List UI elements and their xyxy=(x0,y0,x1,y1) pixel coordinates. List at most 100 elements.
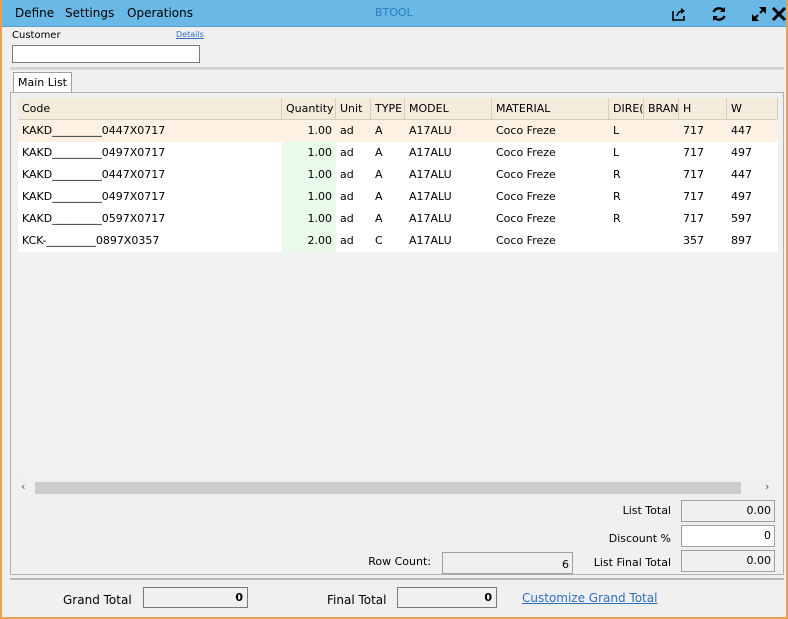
grid-header: Code Quantity Unit TYPE MODEL MATERIAL DIRE(BR… xyxy=(18,98,778,120)
cell-unit[interactable]: ad xyxy=(336,120,371,142)
customize-grand-total-link[interactable]: Customize Grand Total xyxy=(522,591,657,605)
cell-unit[interactable]: ad xyxy=(336,186,371,208)
customer-input[interactable] xyxy=(12,45,200,63)
cell-height[interactable]: 717 xyxy=(679,186,727,208)
table-row[interactable]: KAKD_________0497X0717 1.00 ad A A17ALU Coco … xyxy=(18,142,778,164)
cell-type[interactable]: A xyxy=(371,164,405,186)
cell-height[interactable]: 717 xyxy=(679,120,727,142)
cell-direction[interactable] xyxy=(609,230,644,252)
menu-settings[interactable]: Settings xyxy=(65,6,114,20)
cell-model[interactable]: A17ALU xyxy=(405,164,492,186)
customer-label: Customer xyxy=(12,30,61,41)
table-row[interactable]: KAKD_________0447X0717 1.00 ad A A17ALU Coco … xyxy=(18,164,778,186)
share-icon[interactable] xyxy=(669,4,689,24)
scroll-left-icon[interactable]: ‹ xyxy=(21,480,25,493)
column-header-code[interactable]: Code xyxy=(18,98,282,120)
cell-material[interactable]: Coco Freze xyxy=(492,186,609,208)
cell-direction[interactable]: L xyxy=(609,142,644,164)
scrollbar-thumb[interactable] xyxy=(35,482,741,494)
cell-code[interactable]: KCK-_________0897X0357 xyxy=(18,230,282,252)
column-header-direction[interactable]: DIRE( xyxy=(609,98,644,120)
list-final-total-label: List Final Total xyxy=(593,556,671,569)
list-final-total-field: 0.00 xyxy=(681,550,775,572)
cell-height[interactable]: 717 xyxy=(679,142,727,164)
cell-code[interactable]: KAKD_________0447X0717 xyxy=(18,164,282,186)
table-row[interactable]: KAKD_________0597X0717 1.00 ad A A17ALU Coco … xyxy=(18,208,778,230)
cell-brand[interactable] xyxy=(644,120,679,142)
cell-width[interactable]: 497 xyxy=(727,186,778,208)
table-row[interactable]: KCK-_________0897X0357 2.00 ad C A17ALU Coco … xyxy=(18,230,778,252)
cell-direction[interactable]: L xyxy=(609,120,644,142)
cell-quantity[interactable]: 1.00 xyxy=(282,208,336,230)
row-count-label: Row Count: xyxy=(368,555,431,568)
column-header-height[interactable]: H xyxy=(679,98,727,120)
cell-brand[interactable] xyxy=(644,142,679,164)
discount-input[interactable]: 0 xyxy=(681,525,775,547)
horizontal-scrollbar[interactable]: ‹ › xyxy=(18,479,778,495)
cell-width[interactable]: 897 xyxy=(727,230,778,252)
cell-code[interactable]: KAKD_________0497X0717 xyxy=(18,186,282,208)
column-header-width[interactable]: W xyxy=(727,98,778,120)
cell-width[interactable]: 447 xyxy=(727,164,778,186)
cell-quantity[interactable]: 1.00 xyxy=(282,120,336,142)
scroll-right-icon[interactable]: › xyxy=(765,480,769,493)
menu-operations[interactable]: Operations xyxy=(127,6,193,20)
cell-width[interactable]: 597 xyxy=(727,208,778,230)
table-row[interactable]: KAKD_________0497X0717 1.00 ad A A17ALU Coco … xyxy=(18,186,778,208)
cell-height[interactable]: 357 xyxy=(679,230,727,252)
column-header-quantity[interactable]: Quantity xyxy=(282,98,336,120)
cell-material[interactable]: Coco Freze xyxy=(492,164,609,186)
cell-height[interactable]: 717 xyxy=(679,208,727,230)
cell-brand[interactable] xyxy=(644,164,679,186)
cell-width[interactable]: 497 xyxy=(727,142,778,164)
cell-material[interactable]: Coco Freze xyxy=(492,208,609,230)
cell-quantity[interactable]: 1.00 xyxy=(282,142,336,164)
cell-direction[interactable]: R xyxy=(609,164,644,186)
cell-model[interactable]: A17ALU xyxy=(405,230,492,252)
column-header-material[interactable]: MATERIAL xyxy=(492,98,609,120)
cell-direction[interactable]: R xyxy=(609,208,644,230)
cell-type[interactable]: A xyxy=(371,186,405,208)
divider xyxy=(10,67,784,70)
cell-model[interactable]: A17ALU xyxy=(405,186,492,208)
table-row[interactable]: KAKD_________0447X0717 1.00 ad A A17ALU Coco … xyxy=(18,120,778,142)
cell-brand[interactable] xyxy=(644,208,679,230)
cell-brand[interactable] xyxy=(644,230,679,252)
cell-direction[interactable]: R xyxy=(609,186,644,208)
cell-type[interactable]: A xyxy=(371,208,405,230)
cell-code[interactable]: KAKD_________0597X0717 xyxy=(18,208,282,230)
cell-material[interactable]: Coco Freze xyxy=(492,120,609,142)
cell-type[interactable]: C xyxy=(371,230,405,252)
refresh-icon[interactable] xyxy=(709,4,729,24)
cell-model[interactable]: A17ALU xyxy=(405,120,492,142)
cell-unit[interactable]: ad xyxy=(336,164,371,186)
cell-code[interactable]: KAKD_________0497X0717 xyxy=(18,142,282,164)
cell-quantity[interactable]: 1.00 xyxy=(282,186,336,208)
cell-quantity[interactable]: 1.00 xyxy=(282,164,336,186)
cell-material[interactable]: Coco Freze xyxy=(492,230,609,252)
cell-model[interactable]: A17ALU xyxy=(405,142,492,164)
cell-type[interactable]: A xyxy=(371,142,405,164)
cell-unit[interactable]: ad xyxy=(336,208,371,230)
close-icon[interactable] xyxy=(769,4,788,24)
cell-type[interactable]: A xyxy=(371,120,405,142)
cell-code[interactable]: KAKD_________0447X0717 xyxy=(18,120,282,142)
menu-define[interactable]: Define xyxy=(15,6,54,20)
column-header-unit[interactable]: Unit xyxy=(336,98,371,120)
expand-icon[interactable] xyxy=(749,4,769,24)
cell-unit[interactable]: ad xyxy=(336,142,371,164)
column-header-brand[interactable]: BRAN xyxy=(644,98,679,120)
main-list-panel: Code Quantity Unit TYPE MODEL MATERIAL DIRE(BR… xyxy=(10,92,784,575)
cell-height[interactable]: 717 xyxy=(679,164,727,186)
column-header-type[interactable]: TYPE xyxy=(371,98,405,120)
cell-model[interactable]: A17ALU xyxy=(405,208,492,230)
details-link[interactable]: Details xyxy=(176,30,204,39)
column-header-model[interactable]: MODEL xyxy=(405,98,492,120)
cell-unit[interactable]: ad xyxy=(336,230,371,252)
cell-width[interactable]: 447 xyxy=(727,120,778,142)
cell-material[interactable]: Coco Freze xyxy=(492,142,609,164)
cell-brand[interactable] xyxy=(644,186,679,208)
menu-bar: Define Settings Operations BTOOL xyxy=(2,0,788,27)
cell-quantity[interactable]: 2.00 xyxy=(282,230,336,252)
tab-main-list[interactable]: Main List xyxy=(13,72,72,93)
